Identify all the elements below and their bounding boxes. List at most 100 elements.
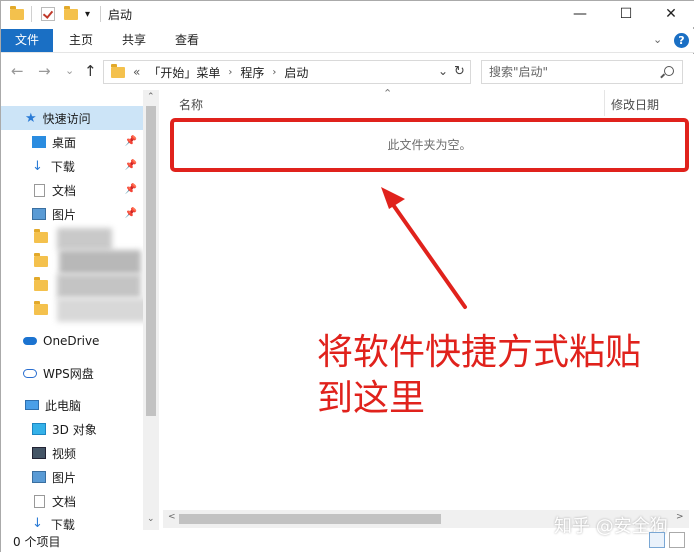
sidebar-item-label: 图片 — [52, 207, 77, 222]
scroll-up-icon[interactable]: ⌃ — [147, 92, 155, 102]
new-folder-icon[interactable] — [64, 5, 78, 23]
sidebar-item-label: 下载 — [50, 518, 75, 530]
scroll-right-icon[interactable]: > — [676, 512, 684, 522]
item-count: 0 个项目 — [13, 535, 61, 549]
document-icon — [34, 494, 45, 508]
large-icons-view-icon[interactable] — [669, 532, 685, 548]
scrollbar-thumb[interactable] — [179, 514, 441, 524]
divider — [31, 6, 32, 22]
forward-button[interactable]: → — [38, 62, 51, 80]
column-header-modified[interactable]: 修改日期 — [611, 96, 659, 113]
sidebar-item-label: 视频 — [52, 446, 77, 461]
sidebar-item-pc-documents[interactable]: 文档 — [1, 489, 143, 513]
ribbon-tabs: 文件 主页 共享 查看 ⌄ ? — [1, 29, 694, 53]
picture-icon — [32, 208, 46, 220]
picture-icon — [32, 471, 46, 483]
download-icon: ↓ — [32, 158, 43, 174]
sidebar-item-wps[interactable]: WPS网盘 — [1, 361, 143, 385]
sidebar-item-desktop[interactable]: 桌面 📌 — [1, 130, 143, 154]
document-icon — [34, 183, 45, 197]
computer-icon — [25, 400, 39, 410]
sidebar-item-this-pc[interactable]: 此电脑 — [1, 393, 143, 417]
recent-locations-button[interactable]: ⌄ — [65, 64, 74, 77]
folder-icon — [34, 253, 48, 267]
tab-home[interactable]: 主页 — [57, 29, 105, 52]
file-list-pane[interactable]: ⌃ 名称 修改日期 此文件夹为空。 将软件快捷方式粘贴 到这里 < > — [159, 87, 694, 530]
search-placeholder: 搜索"启动" — [489, 65, 549, 79]
breadcrumb-programs[interactable]: 程序 — [240, 64, 264, 81]
search-input[interactable]: 搜索"启动" — [481, 60, 683, 84]
sidebar-item-label: 图片 — [52, 470, 77, 485]
folder-icon — [34, 229, 48, 243]
sidebar-item-3d-objects[interactable]: 3D 对象 — [1, 417, 143, 441]
properties-check-icon[interactable] — [41, 5, 55, 23]
folder-icon — [111, 63, 125, 78]
tab-view[interactable]: 查看 — [163, 29, 211, 52]
chevron-right-icon: › — [228, 66, 233, 78]
divider — [100, 6, 101, 22]
window-folder-icon — [10, 5, 24, 23]
sidebar-item-onedrive[interactable]: OneDrive — [1, 329, 143, 353]
ribbon-expand-icon[interactable]: ⌄ — [653, 33, 662, 46]
scroll-left-icon[interactable]: < — [168, 512, 176, 522]
breadcrumb-startup[interactable]: 启动 — [284, 64, 308, 81]
sidebar-item-documents[interactable]: 文档 📌 — [1, 178, 143, 202]
sidebar-item-pc-downloads[interactable]: ↓ 下载 — [1, 513, 143, 530]
video-icon — [32, 447, 46, 459]
sidebar-item-label: OneDrive — [43, 334, 100, 348]
address-dropdown-button[interactable]: ⌄ — [438, 64, 448, 78]
pin-icon: 📌 — [124, 184, 137, 195]
refresh-button[interactable]: ↻ — [454, 64, 465, 79]
annotation-line: 将软件快捷方式粘贴 — [317, 332, 642, 373]
minimize-button[interactable]: — — [557, 1, 603, 27]
sidebar-item-quick-access[interactable]: ★ 快速访问 — [1, 106, 143, 130]
back-button[interactable]: ← — [11, 62, 24, 80]
sidebar-item-videos[interactable]: 视频 — [1, 441, 143, 465]
sidebar-item-label: 下载 — [50, 159, 75, 174]
details-view-icon[interactable] — [649, 532, 665, 548]
help-icon[interactable]: ? — [674, 33, 689, 48]
breadcrumb-start-menu[interactable]: 「开始」菜单 — [148, 64, 220, 81]
address-bar[interactable]: « 「开始」菜单 › 程序 › 启动 ⌄ ↻ — [103, 60, 471, 84]
search-icon[interactable] — [664, 66, 674, 76]
star-icon: ★ — [25, 110, 37, 126]
customize-quick-access-icon[interactable]: ▾ — [85, 5, 90, 23]
tab-share[interactable]: 共享 — [110, 29, 158, 52]
navigation-scrollbar[interactable]: ⌃ ⌄ — [143, 90, 159, 530]
pin-icon: 📌 — [124, 160, 137, 171]
sidebar-item-pc-pictures[interactable]: 图片 — [1, 465, 143, 489]
navigation-bar: ← → ⌄ ↑ « 「开始」菜单 › 程序 › 启动 ⌄ ↻ 搜索"启动" — [1, 54, 694, 90]
tab-file[interactable]: 文件 — [1, 29, 53, 52]
sidebar-item-label: 快速访问 — [42, 111, 91, 126]
column-header-name[interactable]: 名称 — [179, 96, 203, 113]
empty-folder-message: 此文件夹为空。 — [387, 138, 472, 152]
annotation-line: 到这里 — [317, 378, 426, 419]
sidebar-item-downloads[interactable]: ↓ 下载 📌 — [1, 154, 143, 178]
title-bar: ▾ 启动 — ☐ ✕ — [1, 1, 694, 27]
sidebar-item-label: 桌面 — [52, 135, 77, 150]
cloud-icon — [23, 337, 37, 345]
folder-icon — [34, 301, 48, 315]
column-divider[interactable] — [604, 90, 605, 116]
close-button[interactable]: ✕ — [648, 1, 694, 27]
window-title: 启动 — [108, 8, 133, 22]
desktop-icon — [32, 136, 46, 148]
scrollbar-thumb[interactable] — [146, 106, 156, 416]
download-icon: ↓ — [32, 516, 43, 530]
up-button[interactable]: ↑ — [84, 62, 97, 80]
scroll-down-icon[interactable]: ⌄ — [147, 514, 155, 524]
breadcrumb-overflow[interactable]: « — [133, 65, 140, 79]
red-arrow-icon — [381, 187, 467, 309]
cloud-outline-icon — [23, 368, 37, 378]
cube-icon — [32, 423, 46, 435]
sidebar-item-label: 文档 — [52, 494, 77, 509]
paste-instruction-annotation: 将软件快捷方式粘贴 到这里 — [317, 330, 641, 422]
maximize-button[interactable]: ☐ — [603, 1, 649, 27]
pin-icon: 📌 — [124, 136, 137, 147]
sidebar-item-pictures[interactable]: 图片 📌 — [1, 202, 143, 226]
empty-folder-highlight: 此文件夹为空。 — [170, 118, 689, 172]
explorer-window: ▾ 启动 — ☐ ✕ 文件 主页 共享 查看 ⌄ ? ← → ⌄ ↑ « 「开始… — [0, 0, 694, 552]
folder-icon — [34, 277, 48, 291]
sidebar-item-label: WPS网盘 — [43, 366, 94, 381]
sidebar-item-label: 3D 对象 — [52, 422, 97, 437]
